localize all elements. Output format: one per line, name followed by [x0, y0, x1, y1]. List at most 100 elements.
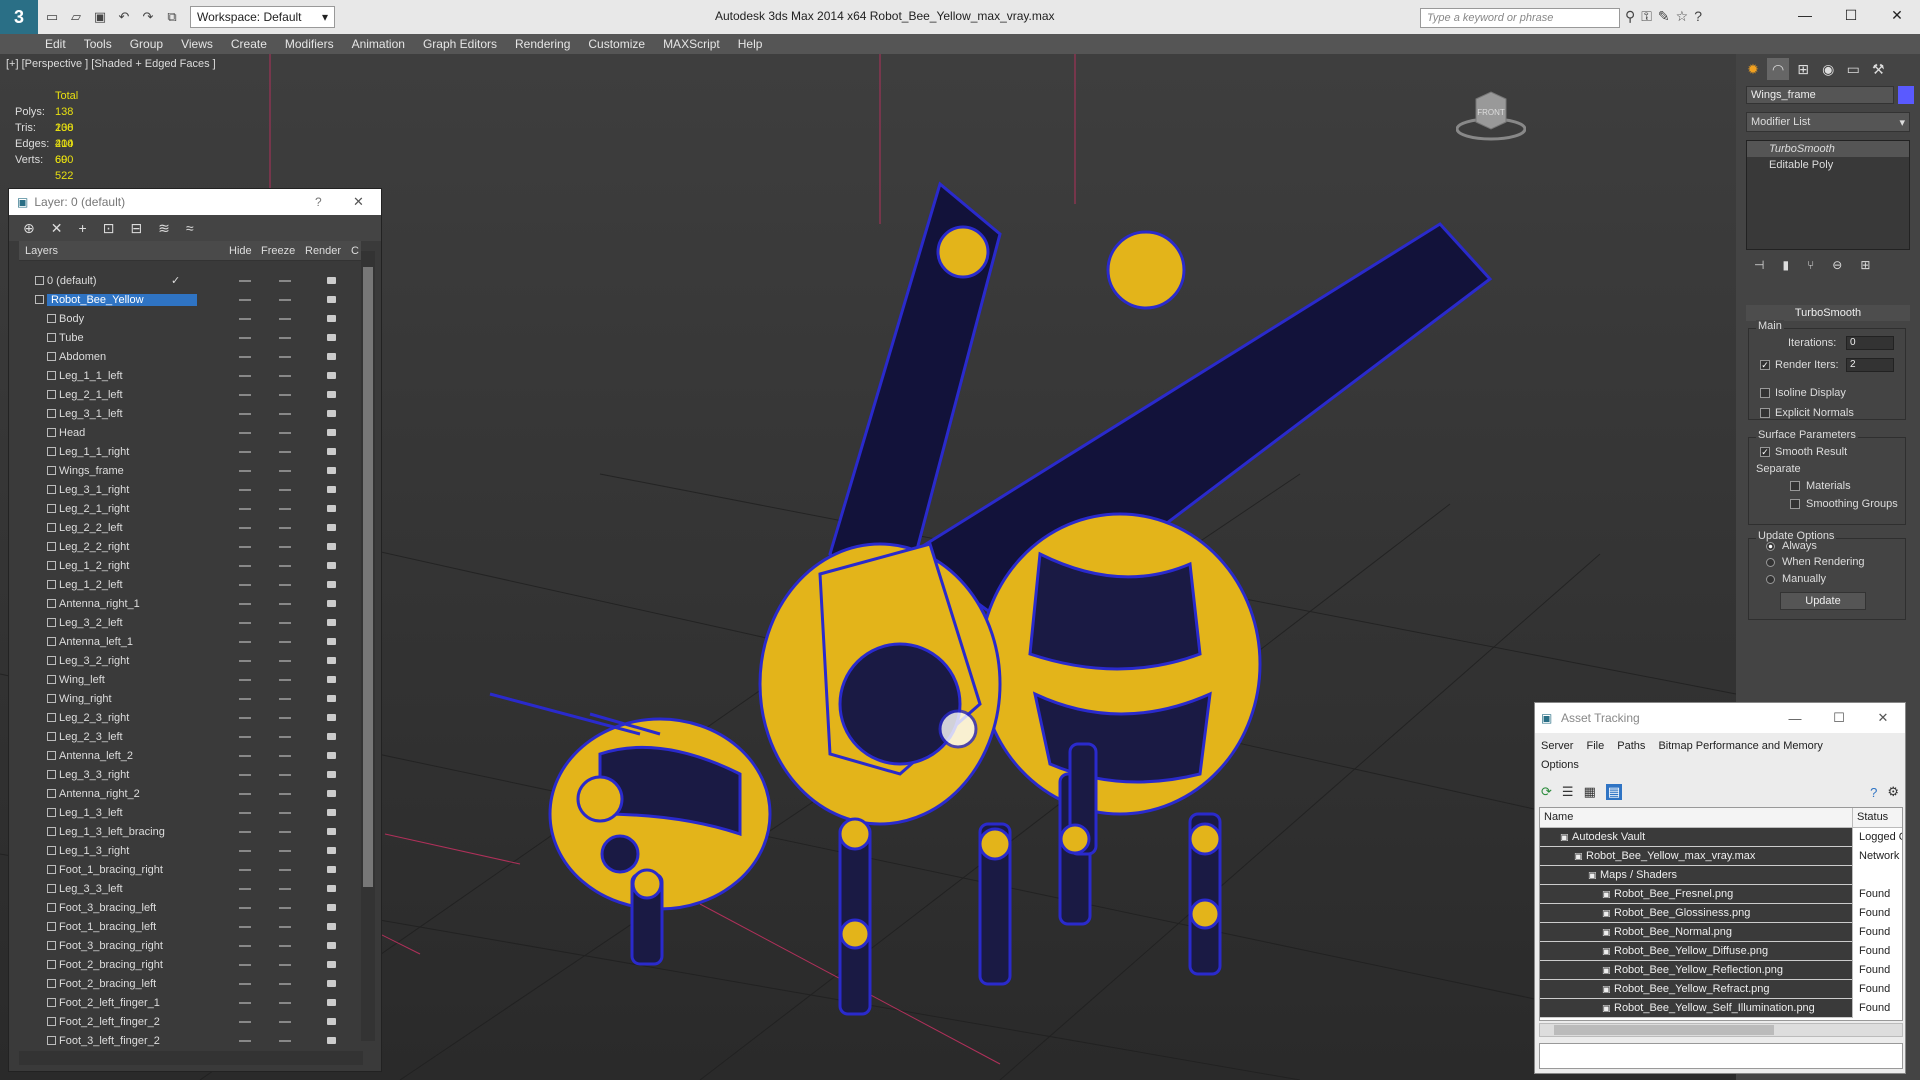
- layer-name[interactable]: Robot_Bee_Yellow: [47, 293, 197, 306]
- layer-name[interactable]: Leg_1_1_left: [59, 370, 123, 382]
- binoculars-icon[interactable]: ⚲: [1625, 8, 1635, 25]
- hide-toggle[interactable]: [239, 793, 251, 795]
- menu-file[interactable]: File: [1586, 740, 1604, 752]
- hide-toggle[interactable]: [239, 1002, 251, 1004]
- asset-row[interactable]: ▣ Robot_Bee_Yellow_Diffuse.png Found: [1540, 942, 1902, 961]
- hide-toggle[interactable]: [239, 1021, 251, 1023]
- render-teapot-icon[interactable]: [327, 885, 336, 892]
- iterations-spinner[interactable]: 0: [1846, 336, 1894, 350]
- hide-toggle[interactable]: [239, 983, 251, 985]
- layer-name[interactable]: Foot_1_bracing_left: [59, 921, 156, 933]
- render-teapot-icon[interactable]: [327, 486, 336, 493]
- hide-toggle[interactable]: [239, 660, 251, 662]
- asset-row[interactable]: ▣ Robot_Bee_Normal.png Found: [1540, 923, 1902, 942]
- render-teapot-icon[interactable]: [327, 923, 336, 930]
- freeze-toggle[interactable]: [279, 489, 291, 491]
- render-teapot-icon[interactable]: [327, 391, 336, 398]
- new-file-icon[interactable]: ▭: [42, 7, 62, 27]
- layer-horizontal-scrollbar[interactable]: [19, 1051, 363, 1065]
- hide-toggle[interactable]: [239, 413, 251, 415]
- layer-row[interactable]: Leg_2_2_right: [19, 537, 363, 556]
- render-teapot-icon[interactable]: [327, 372, 336, 379]
- layer-row[interactable]: Leg_2_3_right: [19, 708, 363, 727]
- menu-help[interactable]: Help: [738, 37, 763, 51]
- freeze-toggle[interactable]: [279, 622, 291, 624]
- redo-icon[interactable]: ↷: [138, 7, 158, 27]
- render-teapot-icon[interactable]: [327, 752, 336, 759]
- col-hide[interactable]: Hide: [229, 245, 252, 257]
- layer-row[interactable]: Leg_1_1_right: [19, 442, 363, 461]
- freeze-toggle[interactable]: [279, 679, 291, 681]
- render-teapot-icon[interactable]: [327, 809, 336, 816]
- add-to-layer-icon[interactable]: +: [78, 220, 86, 236]
- menu-animation[interactable]: Animation: [352, 37, 405, 51]
- menu-rendering[interactable]: Rendering: [515, 37, 570, 51]
- freeze-toggle[interactable]: [279, 774, 291, 776]
- render-teapot-icon[interactable]: [327, 904, 336, 911]
- layer-name[interactable]: Wings_frame: [59, 465, 124, 477]
- asset-path-field[interactable]: [1539, 1043, 1903, 1069]
- freeze-toggle[interactable]: [279, 736, 291, 738]
- layer-row[interactable]: Antenna_right_1: [19, 594, 363, 613]
- asset-row[interactable]: ▣ Robot_Bee_Glossiness.png Found: [1540, 904, 1902, 923]
- hide-toggle[interactable]: [239, 565, 251, 567]
- motion-tab-icon[interactable]: ◉: [1817, 58, 1839, 80]
- hierarchy-tab-icon[interactable]: ⊞: [1792, 58, 1814, 80]
- turbosmooth-rollout-title[interactable]: TurboSmooth: [1746, 305, 1910, 321]
- layer-name[interactable]: Antenna_right_2: [59, 788, 140, 800]
- render-teapot-icon[interactable]: [327, 353, 336, 360]
- col-layers[interactable]: Layers: [25, 245, 58, 257]
- layer-name[interactable]: Leg_3_2_right: [59, 655, 129, 667]
- delete-layer-icon[interactable]: ✕: [51, 220, 63, 237]
- create-tab-icon[interactable]: ✹: [1742, 58, 1764, 80]
- layer-name[interactable]: Leg_3_1_right: [59, 484, 129, 496]
- freeze-toggle[interactable]: [279, 1040, 291, 1042]
- layer-row[interactable]: Leg_3_3_left: [19, 879, 363, 898]
- render-teapot-icon[interactable]: [327, 847, 336, 854]
- app-logo-icon[interactable]: 3: [0, 0, 38, 34]
- layer-row[interactable]: Leg_1_3_left: [19, 803, 363, 822]
- communication-icon[interactable]: ✎: [1658, 8, 1670, 25]
- freeze-toggle[interactable]: [279, 888, 291, 890]
- layer-name[interactable]: 0 (default): [47, 275, 97, 287]
- layer-name[interactable]: Body: [59, 313, 84, 325]
- render-teapot-icon[interactable]: [327, 733, 336, 740]
- hide-toggle[interactable]: [239, 945, 251, 947]
- render-teapot-icon[interactable]: [327, 695, 336, 702]
- open-file-icon[interactable]: ▱: [66, 7, 86, 27]
- render-teapot-icon[interactable]: [327, 505, 336, 512]
- hide-toggle[interactable]: [239, 869, 251, 871]
- layer-row[interactable]: Leg_1_3_right: [19, 841, 363, 860]
- menu-server[interactable]: Server: [1541, 740, 1573, 752]
- render-iters-spinner[interactable]: 2: [1846, 358, 1894, 372]
- hide-toggle[interactable]: [239, 888, 251, 890]
- render-teapot-icon[interactable]: [327, 999, 336, 1006]
- layer-name[interactable]: Foot_2_bracing_right: [59, 959, 163, 971]
- minimize-icon[interactable]: —: [1773, 703, 1817, 733]
- hide-toggle[interactable]: [239, 812, 251, 814]
- freeze-toggle[interactable]: [279, 964, 291, 966]
- render-teapot-icon[interactable]: [327, 866, 336, 873]
- layer-name[interactable]: Leg_3_3_right: [59, 769, 129, 781]
- layer-name[interactable]: Leg_2_2_left: [59, 522, 123, 534]
- configure-sets-icon[interactable]: ⊞: [1860, 258, 1870, 274]
- help-icon[interactable]: ?: [1870, 785, 1877, 800]
- hide-toggle[interactable]: [239, 755, 251, 757]
- modifier-list-dropdown[interactable]: Modifier List ▾: [1746, 112, 1910, 132]
- freeze-toggle[interactable]: [279, 470, 291, 472]
- search-input[interactable]: Type a keyword or phrase: [1420, 8, 1620, 28]
- layer-name[interactable]: Leg_2_3_left: [59, 731, 123, 743]
- layer-row[interactable]: Body: [19, 309, 363, 328]
- layer-row[interactable]: Leg_3_1_left: [19, 404, 363, 423]
- render-teapot-icon[interactable]: [327, 980, 336, 987]
- layer-name[interactable]: Wing_right: [59, 693, 112, 705]
- layer-row[interactable]: Leg_1_2_right: [19, 556, 363, 575]
- render-teapot-icon[interactable]: [327, 277, 336, 284]
- hide-toggle[interactable]: [239, 698, 251, 700]
- freeze-toggle[interactable]: [279, 812, 291, 814]
- hide-toggle[interactable]: [239, 622, 251, 624]
- hide-toggle[interactable]: [239, 717, 251, 719]
- key-icon[interactable]: ⚿: [1641, 8, 1652, 25]
- layer-name[interactable]: Leg_1_3_left: [59, 807, 123, 819]
- freeze-toggle[interactable]: [279, 926, 291, 928]
